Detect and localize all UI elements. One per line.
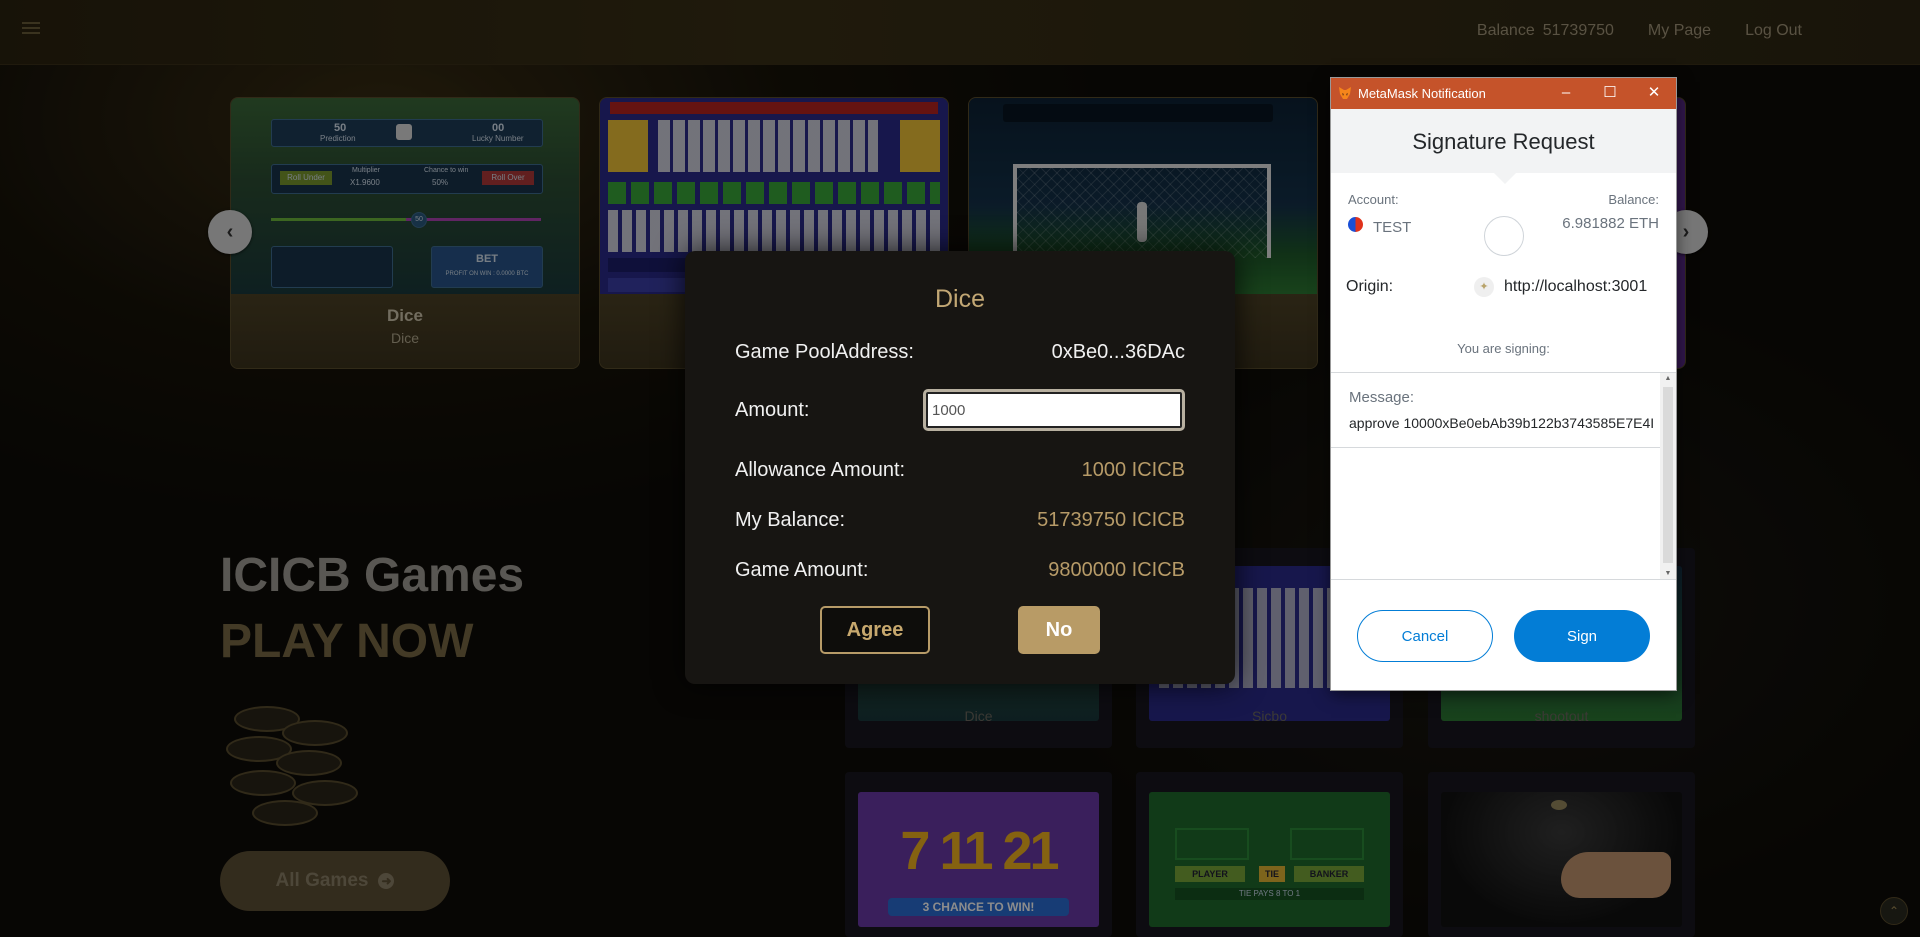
modal-title: Dice	[934, 285, 985, 313]
account-name: TEST	[1373, 219, 1412, 236]
message-label: Message:	[1349, 389, 1415, 406]
allowance-label: Allowance Amount:	[735, 459, 906, 481]
my-balance-label: My Balance:	[735, 509, 846, 531]
signature-request-title: Signature Request	[1412, 129, 1595, 154]
amount-label: Amount:	[735, 398, 810, 421]
signature-header: Signature Request	[1331, 109, 1676, 173]
message-text: approve 10000xBe0ebAb39b122b3743585E7E4I	[1349, 415, 1655, 431]
window-titlebar[interactable]: MetaMask Notification – ☐ ✕	[1331, 78, 1676, 109]
game-amount-row: Game Amount: 9800000 ICICB	[735, 559, 1185, 582]
agree-button[interactable]: Agree	[820, 606, 930, 654]
pool-address-row: Game PoolAddress: 0xBe0...36DAc	[735, 341, 1185, 364]
header-notch	[1494, 173, 1516, 184]
metamask-fox-icon	[1339, 87, 1351, 99]
site-favicon-icon: ✦	[1474, 277, 1494, 297]
message-box[interactable]: Message: approve 10000xBe0ebAb39b122b374…	[1331, 372, 1676, 580]
message-scrollbar[interactable]: ▲ ▼	[1660, 373, 1676, 579]
origin-url: http://localhost:3001	[1504, 278, 1648, 295]
metamask-notification-window: MetaMask Notification – ☐ ✕ Signature Re…	[1331, 78, 1676, 690]
balance-label: Balance:	[1608, 192, 1659, 207]
scroll-down-icon[interactable]: ▼	[1660, 570, 1676, 577]
origin-label: Origin:	[1346, 278, 1394, 295]
scrollbar-thumb[interactable]	[1663, 387, 1673, 563]
sign-button[interactable]: Sign	[1514, 610, 1650, 662]
dice-approve-modal: Dice Game PoolAddress: 0xBe0...36DAc Amo…	[685, 251, 1235, 684]
game-amount-value: 9800000 ICICB	[1048, 559, 1185, 581]
account-identicon	[1348, 217, 1363, 232]
allowance-row: Allowance Amount: 1000 ICICB	[735, 459, 1185, 482]
message-divider	[1331, 447, 1660, 448]
pool-address-value: 0xBe0...36DAc	[1051, 341, 1185, 363]
game-amount-label: Game Amount:	[735, 559, 869, 581]
scroll-up-icon[interactable]: ▲	[1660, 375, 1676, 382]
window-title: MetaMask Notification	[1358, 86, 1486, 101]
my-balance-row: My Balance: 51739750 ICICB	[735, 509, 1185, 532]
pool-address-label: Game PoolAddress:	[735, 341, 914, 363]
no-button[interactable]: No	[1018, 606, 1100, 654]
my-balance-value: 51739750 ICICB	[1037, 509, 1185, 531]
allowance-value: 1000 ICICB	[1081, 459, 1185, 481]
eth-balance: 6.981882 ETH	[1562, 215, 1659, 232]
you-are-signing-label: You are signing:	[1457, 341, 1550, 356]
amount-input[interactable]	[923, 389, 1185, 431]
close-icon[interactable]: ✕	[1644, 83, 1664, 103]
maximize-icon[interactable]: ☐	[1600, 83, 1620, 103]
account-avatar	[1484, 216, 1524, 256]
account-label: Account:	[1348, 192, 1399, 207]
minimize-icon[interactable]: –	[1556, 83, 1576, 103]
amount-row: Amount:	[735, 389, 1185, 431]
cancel-button[interactable]: Cancel	[1357, 610, 1493, 662]
